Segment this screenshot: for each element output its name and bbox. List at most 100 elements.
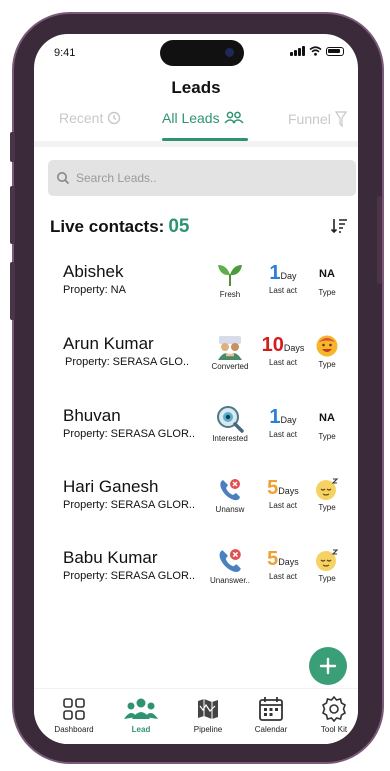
lead-type: NA Type: [312, 406, 342, 441]
lead-row[interactable]: Babu Kumar Property: SERASA GLOR.. Unans…: [34, 548, 358, 608]
last-act-unit: Day: [280, 271, 297, 281]
users-icon: [224, 111, 244, 124]
lead-group-icon: [124, 698, 158, 719]
lead-property: Property: NA: [63, 284, 126, 296]
camera-icon: [225, 48, 234, 57]
lead-tabs: Recent All Leads Funnel: [34, 110, 358, 147]
gear-icon: [322, 695, 346, 723]
add-lead-button[interactable]: [309, 647, 347, 685]
app-screen: 9:41 Leads Recent All Leads Funnel Searc…: [34, 34, 358, 744]
hot-face-icon: [316, 335, 338, 357]
search-input[interactable]: [76, 171, 336, 185]
last-act-value: 1: [269, 262, 281, 284]
lead-stage-label: Converted: [211, 362, 249, 371]
lead-type-label: Type: [318, 574, 336, 583]
bottom-nav: Dashboard Lead Pipeline Calendar Tool Ki…: [34, 688, 358, 744]
lead-type: Type: [312, 477, 342, 512]
lead-row[interactable]: Arun Kumar Property: SERASA GLO.. Conver…: [34, 334, 358, 394]
live-contacts-count: 05: [168, 216, 190, 237]
nav-dashboard-label: Dashboard: [54, 725, 94, 734]
lead-type-label: Type: [318, 288, 336, 297]
last-act-label: Last act: [268, 286, 297, 295]
tab-all-leads[interactable]: All Leads: [162, 110, 244, 126]
phone-power-button: [377, 196, 382, 284]
lead-name: Arun Kumar: [63, 334, 154, 353]
last-act-unit: Days: [283, 343, 305, 353]
nav-dashboard[interactable]: Dashboard: [44, 695, 104, 734]
live-contacts-heading: Live contacts: 05: [50, 216, 189, 238]
last-act-value: 1: [269, 406, 281, 428]
page-title: Leads: [171, 78, 221, 97]
nav-lead-label: Lead: [131, 725, 151, 734]
dynamic-island: [160, 40, 244, 66]
lead-row[interactable]: Bhuvan Property: SERASA GLOR.. Intereste…: [34, 406, 358, 466]
nav-pipeline-label: Pipeline: [193, 725, 223, 734]
status-icons: [290, 46, 344, 56]
last-activity: 1Day Last act: [256, 262, 310, 295]
wifi-icon: [309, 46, 322, 56]
lead-property: Property: SERASA GLOR..: [63, 499, 196, 511]
last-act-label: Last act: [268, 572, 297, 581]
lead-stage-label: Unanswer..: [209, 576, 251, 585]
missed-call-icon: [220, 479, 240, 501]
lead-stage-label: Interested: [212, 434, 248, 443]
calendar-icon: [259, 697, 283, 721]
live-contacts-label: Live contacts:: [50, 217, 165, 236]
lead-type-label: Type: [318, 432, 336, 441]
nav-toolkit-label: Tool Kit: [320, 725, 348, 734]
lead-type: Type: [312, 334, 342, 369]
nav-toolkit[interactable]: Tool Kit: [304, 695, 358, 734]
last-act-label: Last act: [268, 358, 297, 367]
lead-name: Abishek: [63, 262, 124, 281]
last-act-unit: Day: [280, 415, 297, 425]
sleepy-face-icon: [316, 549, 339, 571]
magnifier-eye-icon: [217, 406, 244, 433]
last-act-value: 10: [261, 334, 284, 356]
plus-icon: [319, 657, 337, 675]
tab-funnel[interactable]: Funnel: [288, 110, 347, 128]
lead-type-label: Type: [318, 360, 336, 369]
lead-stage: Interested: [204, 406, 256, 443]
tab-funnel-label: Funnel: [288, 111, 331, 127]
pipeline-map-icon: [198, 699, 218, 719]
lead-stage: Unanswer..: [204, 548, 256, 585]
search-icon: [57, 172, 70, 185]
lead-stage-label: Fresh: [219, 290, 241, 299]
status-time: 9:41: [54, 47, 76, 59]
nav-calendar[interactable]: Calendar: [241, 695, 301, 734]
last-act-value: 5: [267, 548, 279, 570]
lead-property: Property: SERASA GLOR..: [63, 428, 196, 440]
dashboard-icon: [63, 698, 85, 720]
lead-stage: Fresh: [204, 262, 256, 299]
last-act-unit: Days: [278, 486, 299, 496]
nav-calendar-label: Calendar: [254, 725, 288, 734]
last-activity: 1Day Last act: [256, 406, 310, 439]
lead-type-label: Type: [318, 503, 336, 512]
last-activity: 5Days Last act: [256, 477, 310, 510]
lead-name: Hari Ganesh: [63, 477, 159, 496]
status-bar: 9:41: [34, 34, 358, 70]
search-bar[interactable]: [48, 160, 356, 196]
tab-all-leads-label: All Leads: [162, 110, 220, 126]
missed-call-icon: [219, 549, 241, 572]
tab-recent[interactable]: Recent: [59, 110, 121, 126]
sort-icon[interactable]: [330, 217, 348, 235]
lead-stage-label: Unansw: [215, 505, 245, 514]
lead-type-value: NA: [319, 268, 335, 280]
sleepy-face-icon: [316, 478, 339, 500]
lead-type: NA Type: [312, 262, 342, 297]
tabs-divider: [34, 141, 358, 147]
signal-icon: [290, 46, 305, 56]
nav-lead[interactable]: Lead: [111, 695, 171, 734]
lead-row[interactable]: Abishek Property: NA Fresh 1Day Last act…: [34, 262, 358, 322]
last-act-value: 5: [267, 477, 279, 499]
last-act-label: Last act: [268, 430, 297, 439]
last-activity: 10Days Last act: [256, 334, 310, 367]
lead-row[interactable]: Hari Ganesh Property: SERASA GLOR.. Unan…: [34, 477, 358, 537]
tab-recent-label: Recent: [59, 110, 104, 126]
nav-pipeline[interactable]: Pipeline: [178, 695, 238, 734]
last-activity: 5Days Last act: [256, 548, 310, 581]
lead-property: Property: SERASA GLOR..: [63, 570, 196, 582]
sprout-icon: [218, 265, 242, 286]
lead-name: Bhuvan: [63, 406, 121, 425]
